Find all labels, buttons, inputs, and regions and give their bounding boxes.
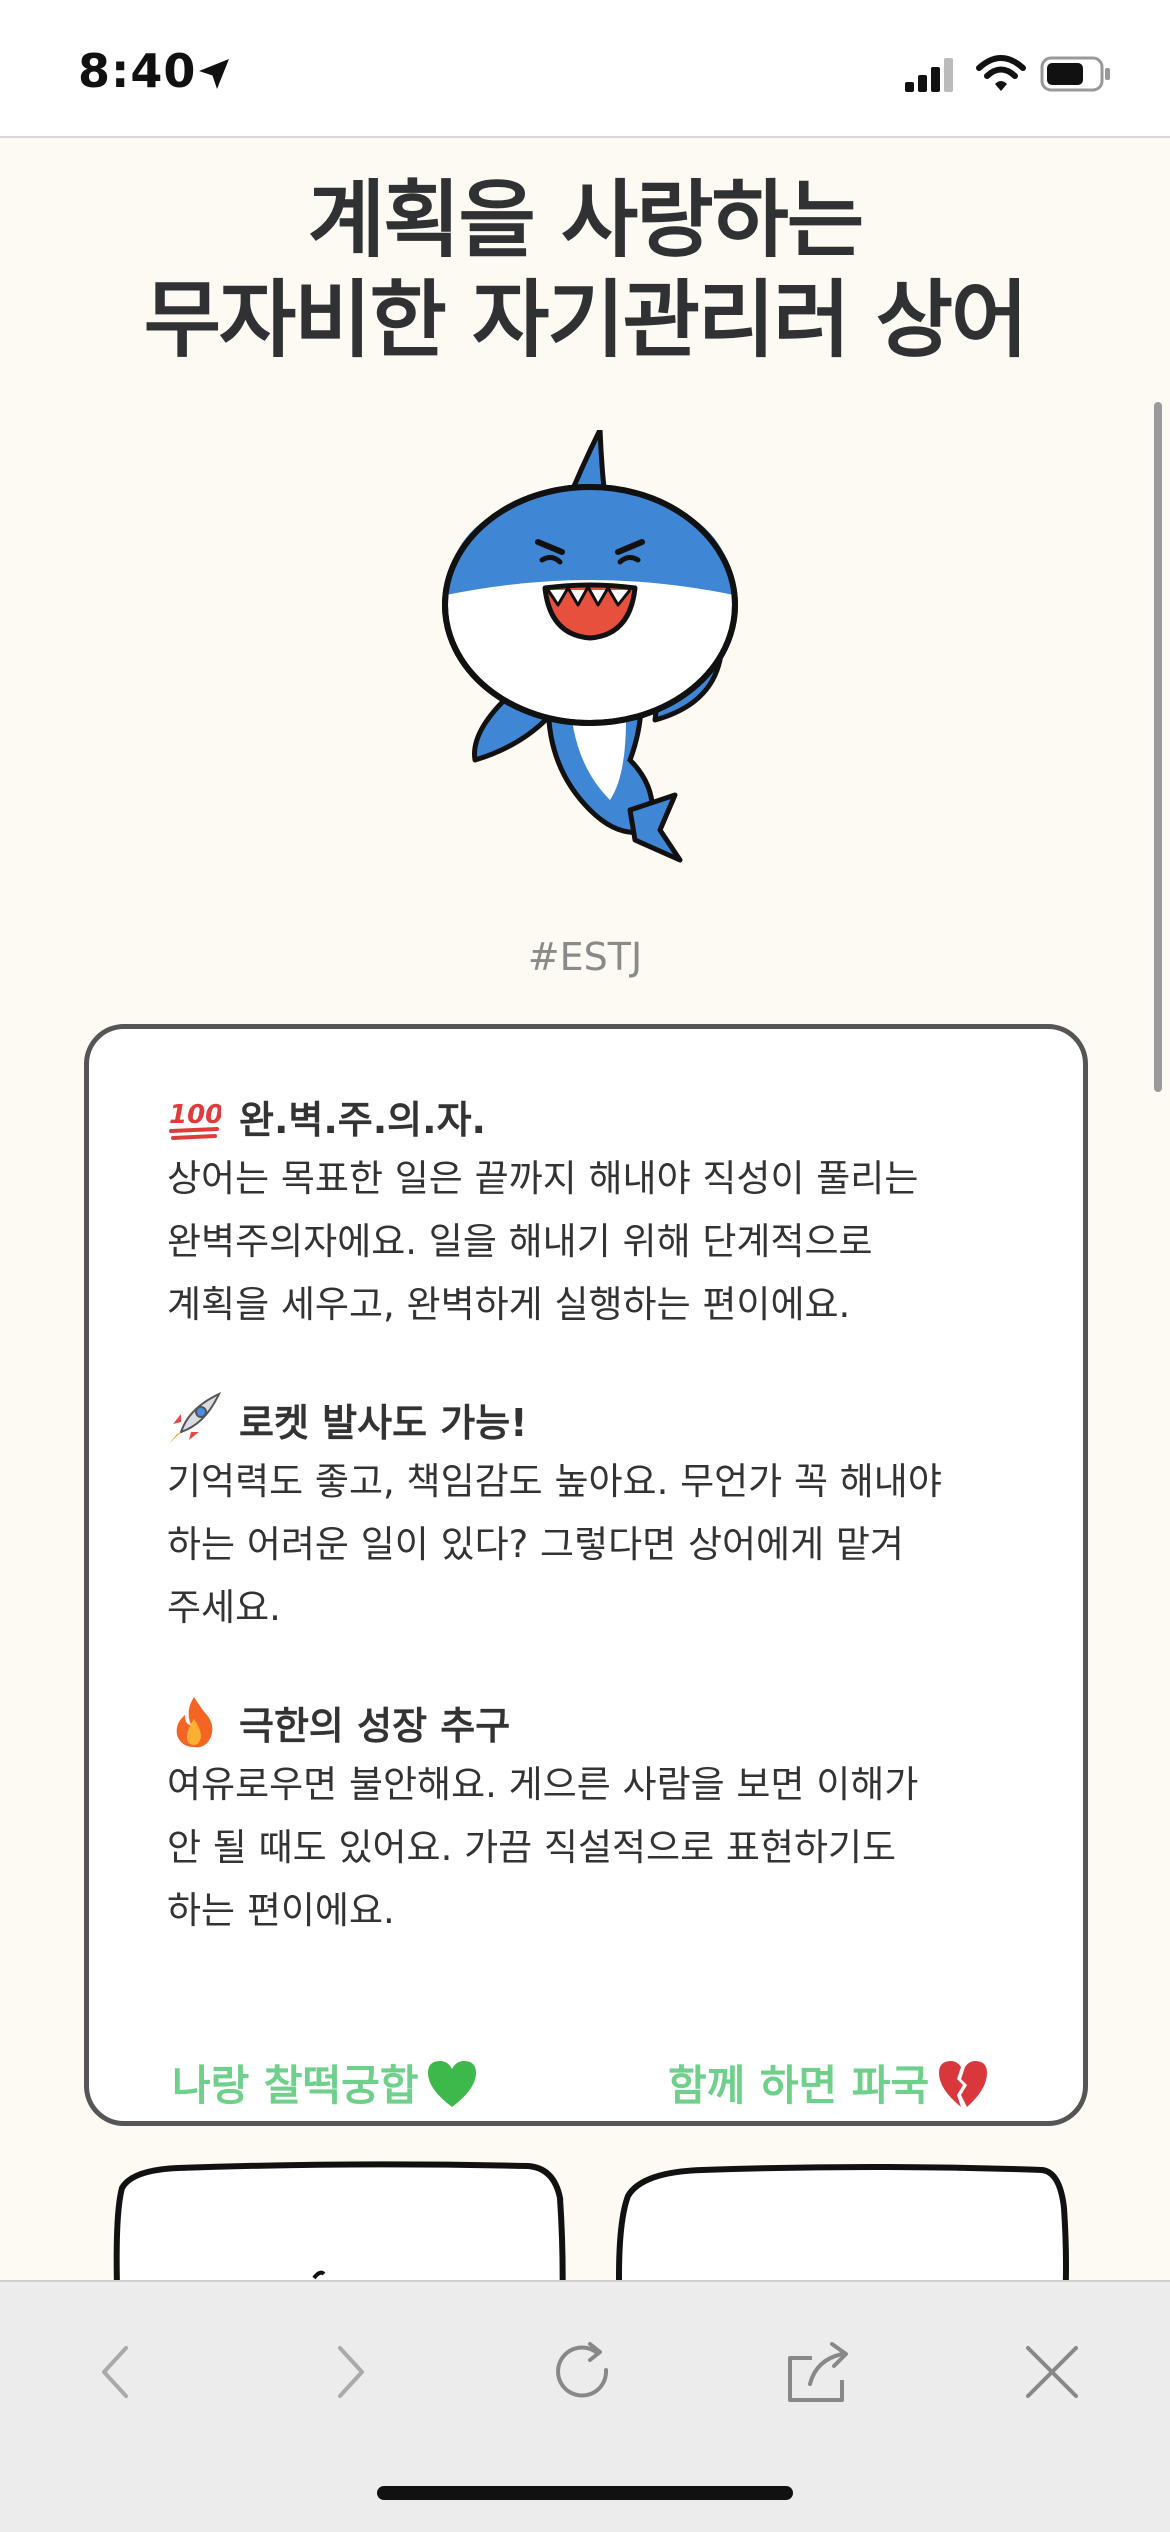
status-bar: 8:40	[0, 0, 1170, 138]
trait-heading: 완.벽.주.의.자.	[239, 1097, 486, 1142]
svg-text:100: 100	[169, 1100, 221, 1130]
forward-button[interactable]	[310, 2332, 390, 2412]
green-heart-icon	[428, 2060, 477, 2107]
home-indicator	[377, 2486, 793, 2500]
hundred-points-icon: 100	[169, 1100, 221, 1140]
reload-button[interactable]	[544, 2332, 624, 2412]
mbti-hashtag: #ESTJ	[527, 935, 643, 979]
broken-heart-icon	[939, 2060, 988, 2107]
fire-icon	[176, 1697, 213, 1748]
page-title: 계획을 사랑하는 무자비한 자기관리러 상어	[0, 170, 1170, 370]
shark-character-illustration	[442, 430, 738, 863]
reload-icon	[556, 2342, 609, 2398]
cellular-signal-icon	[905, 58, 953, 92]
good-match-heading: 나랑 찰떡궁합	[172, 2052, 480, 2113]
scrollbar[interactable]	[1154, 402, 1162, 1092]
trait-description: 상어는 목표한 일은 끝까지 해내야 직성이 풀리는 완벽주의자에요. 일을 해…	[167, 1157, 919, 1326]
trait-section: 로켓 발사도 가능! 기억력도 좋고, 책임감도 높아요. 무언가 꼭 해내야 …	[167, 1388, 1005, 1639]
good-match-card	[113, 2161, 566, 2280]
battery-icon	[1040, 56, 1110, 92]
trait-heading: 로켓 발사도 가능!	[239, 1400, 528, 1445]
bad-match-card	[616, 2164, 1069, 2280]
rocket-icon	[169, 1392, 221, 1444]
personality-description-card: 100 완.벽.주.의.자. 상어는 목표한 일은 끝까지 해내야 직성이 풀리…	[84, 1024, 1088, 2126]
close-icon	[1026, 2346, 1078, 2398]
trait-section: 극한의 성장 추구 여유로우면 불안해요. 게으른 사람을 보면 이해가 안 될…	[167, 1691, 1005, 1942]
location-arrow-icon	[199, 59, 229, 89]
title-line-1: 계획을 사랑하는	[307, 171, 864, 269]
trait-section: 100 완.벽.주.의.자. 상어는 목표한 일은 끝까지 해내야 직성이 풀리…	[167, 1085, 1005, 1336]
back-button[interactable]	[76, 2332, 156, 2412]
web-page-content: 계획을 사랑하는 무자비한 자기관리러 상어 #ESTJ 100 완.벽.주.의…	[0, 140, 1170, 2280]
bad-match-heading: 함께 하면 파국	[668, 2052, 991, 2113]
trait-description: 여유로우면 불안해요. 게으른 사람을 보면 이해가 안 될 때도 있어요. 가…	[167, 1763, 919, 1932]
status-time: 8:40	[78, 44, 197, 98]
title-line-2: 무자비한 자기관리러 상어	[143, 271, 1029, 369]
wifi-icon	[976, 55, 1026, 91]
trait-description: 기억력도 좋고, 책임감도 높아요. 무언가 꼭 해내야 하는 어려운 일이 있…	[167, 1460, 942, 1629]
trait-heading: 극한의 성장 추구	[239, 1703, 511, 1748]
close-button[interactable]	[1012, 2332, 1092, 2412]
chevron-left-icon	[102, 2346, 128, 2398]
share-icon	[788, 2342, 848, 2402]
chevron-right-icon	[338, 2346, 364, 2398]
share-button[interactable]	[778, 2332, 858, 2412]
